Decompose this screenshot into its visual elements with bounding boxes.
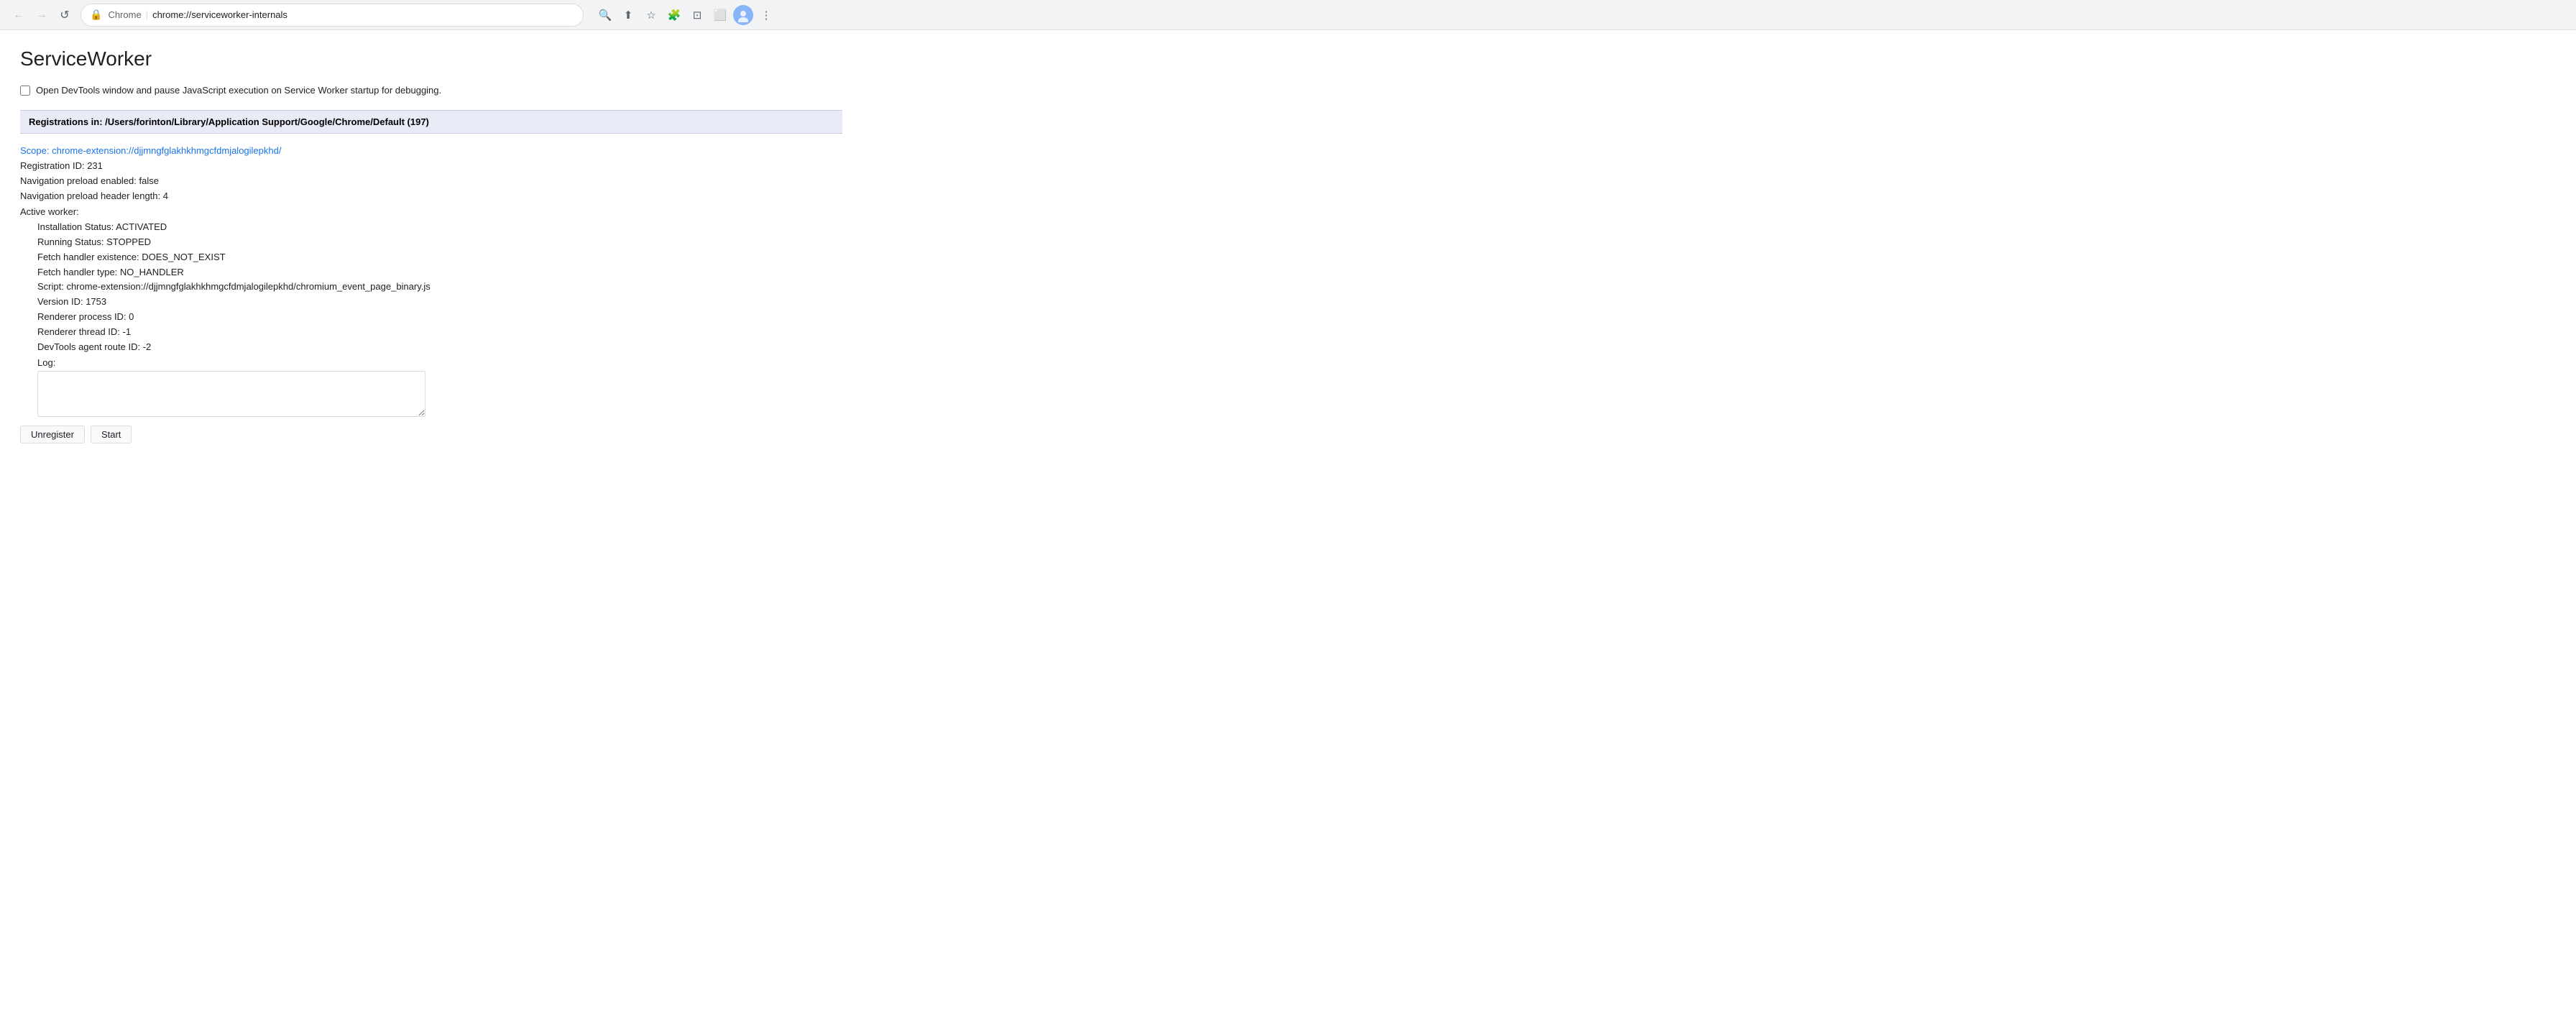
renderer-process-id-row: Renderer process ID: 0 xyxy=(37,310,842,325)
address-bar[interactable]: 🔒 Chrome | chrome://serviceworker-intern… xyxy=(80,4,584,27)
reload-icon: ↺ xyxy=(60,8,69,22)
scope-link[interactable]: Scope: chrome-extension://djjmngfglakhkh… xyxy=(20,145,842,156)
extensions-button[interactable]: 🧩 xyxy=(664,5,684,25)
search-button[interactable]: 🔍 xyxy=(595,5,615,25)
toolbar-actions: 🔍 ⬆ ☆ 🧩 ⊡ ⬜ ⋮ xyxy=(595,5,776,25)
window-button[interactable]: ⬜ xyxy=(710,5,730,25)
devtools-agent-route-id-row: DevTools agent route ID: -2 xyxy=(37,340,842,355)
media-button[interactable]: ⊡ xyxy=(687,5,707,25)
registration-entry: Scope: chrome-extension://djjmngfglakhkh… xyxy=(20,145,842,443)
address-bar-text: Chrome | chrome://serviceworker-internal… xyxy=(108,9,287,20)
fetch-handler-existence-row: Fetch handler existence: DOES_NOT_EXIST xyxy=(37,250,842,265)
registration-id-row: Registration ID: 231 xyxy=(20,159,842,174)
version-id-row: Version ID: 1753 xyxy=(37,295,842,310)
active-worker-label: Active worker: xyxy=(20,205,842,220)
active-worker-section: Active worker: Installation Status: ACTI… xyxy=(20,205,842,417)
running-status-row: Running Status: STOPPED xyxy=(37,235,842,250)
log-section: Log: xyxy=(37,357,842,417)
forward-icon: → xyxy=(36,9,47,22)
renderer-thread-id-row: Renderer thread ID: -1 xyxy=(37,325,842,340)
search-icon: 🔍 xyxy=(599,9,612,22)
page-title: ServiceWorker xyxy=(20,47,842,70)
worker-details: Installation Status: ACTIVATED Running S… xyxy=(20,220,842,417)
url-text: chrome://serviceworker-internals xyxy=(152,9,288,20)
window-icon: ⬜ xyxy=(714,9,727,22)
browser-toolbar: ← → ↺ 🔒 Chrome | chrome://serviceworker-… xyxy=(0,0,2576,30)
devtools-checkbox-row: Open DevTools window and pause JavaScrip… xyxy=(20,85,842,96)
fetch-handler-type-row: Fetch handler type: NO_HANDLER xyxy=(37,265,842,280)
script-row: Script: chrome-extension://djjmngfglakhk… xyxy=(37,280,842,295)
devtools-checkbox[interactable] xyxy=(20,86,30,96)
log-textarea[interactable] xyxy=(37,371,426,417)
nav-preload-header-row: Navigation preload header length: 4 xyxy=(20,189,842,204)
profile-button[interactable] xyxy=(733,5,753,25)
bookmark-icon: ☆ xyxy=(646,9,656,22)
installation-status-row: Installation Status: ACTIVATED xyxy=(37,220,842,235)
nav-buttons: ← → ↺ xyxy=(9,5,75,25)
start-button[interactable]: Start xyxy=(91,426,132,443)
back-button[interactable]: ← xyxy=(9,5,29,25)
extensions-icon: 🧩 xyxy=(668,9,681,22)
devtools-label: Open DevTools window and pause JavaScrip… xyxy=(36,85,441,96)
reload-button[interactable]: ↺ xyxy=(55,5,75,25)
share-icon: ⬆ xyxy=(624,9,633,22)
log-label: Log: xyxy=(37,357,842,368)
registrations-header: Registrations in: /Users/forinton/Librar… xyxy=(20,110,842,134)
button-row: Unregister Start xyxy=(20,426,842,443)
unregister-button[interactable]: Unregister xyxy=(20,426,85,443)
page-content: ServiceWorker Open DevTools window and p… xyxy=(0,30,862,461)
address-separator: | xyxy=(146,9,148,20)
back-icon: ← xyxy=(13,9,24,22)
app-name-label: Chrome xyxy=(108,9,141,20)
bookmark-button[interactable]: ☆ xyxy=(641,5,661,25)
forward-button[interactable]: → xyxy=(32,5,52,25)
security-icon: 🔒 xyxy=(90,9,102,21)
profile-avatar xyxy=(736,8,750,22)
menu-button[interactable]: ⋮ xyxy=(756,5,776,25)
menu-icon: ⋮ xyxy=(761,9,772,22)
share-button[interactable]: ⬆ xyxy=(618,5,638,25)
nav-preload-enabled-row: Navigation preload enabled: false xyxy=(20,174,842,189)
media-icon: ⊡ xyxy=(693,9,702,22)
